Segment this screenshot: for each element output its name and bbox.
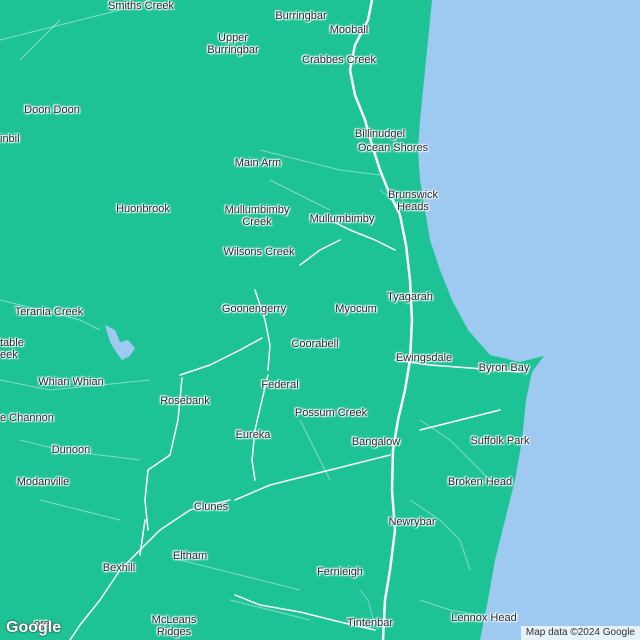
place-label: e Channon — [0, 412, 54, 424]
place-label: Billinudgel — [354, 128, 406, 140]
place-label: Burringbar — [275, 10, 327, 22]
place-label: Modanville — [16, 476, 70, 488]
place-label: Broken Head — [447, 476, 513, 488]
place-label: Doon Doon — [24, 104, 80, 116]
place-label: Mullumbimby Creek — [224, 204, 290, 228]
place-label: Tintenbar — [346, 617, 394, 629]
map-canvas[interactable]: Smiths Creek Burringbar Mooball Upper Bu… — [0, 0, 640, 640]
place-label: Ewingsdale — [395, 352, 453, 364]
place-label: inbil — [0, 133, 20, 145]
place-label: Myocum — [335, 303, 377, 315]
place-label: Huonbrook — [116, 203, 170, 215]
place-label: Tyagarah — [387, 291, 433, 303]
place-label: Whian Whian — [38, 376, 104, 388]
place-label: Lennox Head — [451, 612, 517, 624]
place-label: Eureka — [235, 429, 271, 441]
place-label: Bangalow — [351, 436, 401, 448]
place-label: Newrybar — [388, 516, 436, 528]
place-label: Coorabell — [291, 338, 339, 350]
place-label: Mooball — [329, 24, 369, 36]
map-attribution[interactable]: Map data ©2024 Google — [520, 626, 640, 640]
place-label: Main Arm — [234, 157, 282, 169]
place-label: Ocean Shores — [357, 142, 429, 154]
place-label: Dunoon — [51, 444, 91, 456]
place-label: Brunswick Heads — [387, 189, 439, 213]
place-label: Smiths Creek — [107, 0, 175, 12]
place-label: Rosebank — [160, 395, 210, 407]
place-label: table eek — [0, 337, 24, 361]
place-label: Possum Creek — [294, 407, 368, 419]
place-label: Wilsons Creek — [223, 246, 295, 258]
place-label: Eltham — [172, 550, 208, 562]
place-label: Terania Creek — [14, 306, 84, 318]
place-label: Fernleigh — [317, 566, 363, 578]
place-label: Crabbes Creek — [302, 54, 376, 66]
place-label: Bexhill — [102, 562, 136, 574]
place-label: Suffolk Park — [470, 435, 530, 447]
place-label: Goonengerry — [221, 303, 287, 315]
place-label: Byron Bay — [478, 362, 530, 374]
place-label: McLeans Ridges — [151, 614, 197, 638]
place-label: Upper Burringbar — [207, 32, 259, 56]
map-base-layer — [0, 0, 640, 640]
google-logo[interactable]: Google — [6, 619, 61, 637]
place-label: Federal — [261, 379, 299, 391]
place-label: Clunes — [193, 501, 229, 513]
place-label: Mullumbimby — [309, 213, 375, 225]
